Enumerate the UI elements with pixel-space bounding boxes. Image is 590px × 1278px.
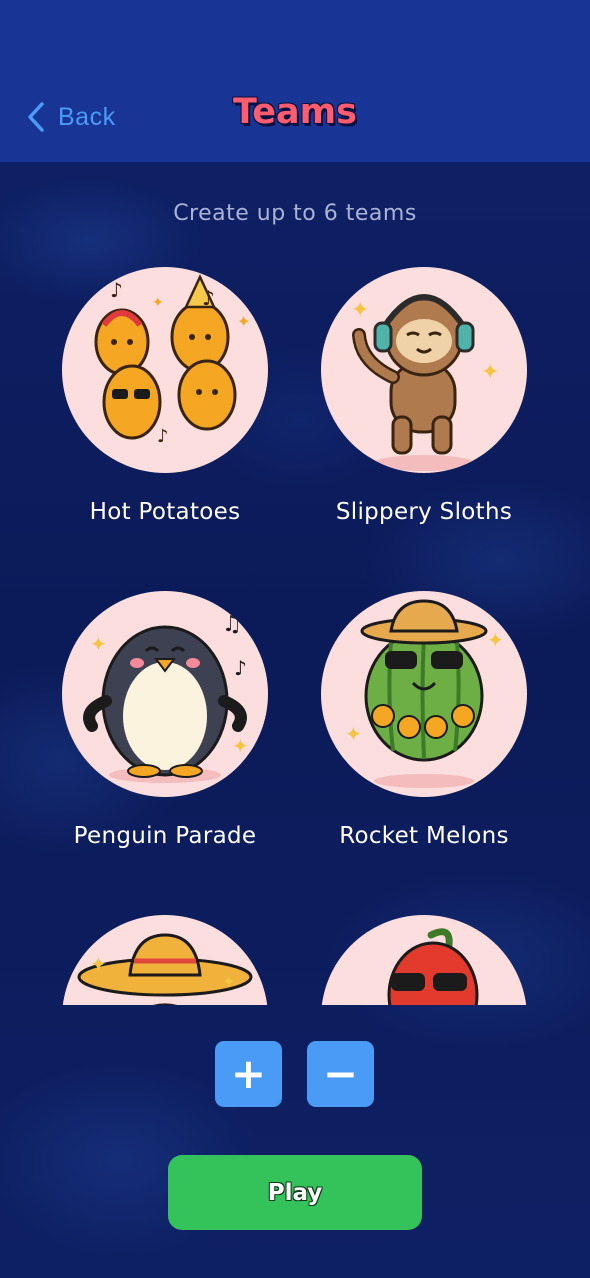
team-grid[interactable]: ♪ ♪ ♪ ✦ ✦ Hot Potatoes ✦ ✦ Slippery Slot… — [0, 260, 590, 1005]
cool-pepper-icon — [387, 928, 479, 1005]
team-avatar — [321, 915, 527, 1005]
svg-text:♪: ♪ — [202, 286, 215, 310]
dancing-penguin-icon: ♫ ♪ ✦ ✦ — [83, 612, 249, 783]
team-card[interactable]: ✦ ✦ Slippery Sloths — [295, 267, 553, 525]
team-card[interactable]: ♪ ♪ ♪ ✦ ✦ Hot Potatoes — [36, 267, 294, 525]
svg-text:♪: ♪ — [110, 278, 123, 302]
team-avatar: ✦ ✦ — [62, 915, 268, 1005]
svg-text:✦: ✦ — [90, 952, 107, 976]
svg-text:✦: ✦ — [345, 722, 362, 746]
svg-text:✦: ✦ — [487, 628, 504, 652]
team-card[interactable]: ♫ ♪ ✦ ✦ Penguin Parade — [36, 591, 294, 849]
team-avatar: ✦ ✦ — [321, 267, 527, 473]
team-avatar: ♫ ♪ ✦ ✦ — [62, 591, 268, 797]
play-button[interactable]: Play — [168, 1155, 422, 1230]
team-card[interactable]: ✦ ✦ Rocket Melons — [295, 591, 553, 849]
team-name: Slippery Sloths — [335, 499, 513, 525]
svg-text:✦: ✦ — [90, 632, 107, 656]
play-label: Play — [267, 1179, 323, 1206]
team-name: Hot Potatoes — [89, 499, 241, 525]
sombrero-taco-icon: ✦ ✦ — [77, 933, 253, 1005]
svg-text:✦: ✦ — [237, 312, 250, 331]
svg-text:♪: ♪ — [157, 426, 169, 447]
team-name: Penguin Parade — [73, 823, 257, 849]
dancing-sloth-icon: ✦ ✦ — [351, 294, 499, 471]
team-card[interactable]: ✦ ✦ — [36, 915, 294, 1005]
svg-text:✦: ✦ — [152, 295, 164, 311]
svg-text:♪: ♪ — [234, 656, 247, 680]
team-avatar: ♪ ♪ ♪ ✦ ✦ — [62, 267, 268, 473]
plus-icon: + — [230, 1049, 267, 1098]
svg-text:♫: ♫ — [222, 612, 242, 637]
team-avatar: ✦ ✦ — [321, 591, 527, 797]
minus-icon: − — [322, 1049, 359, 1098]
svg-text:✦: ✦ — [481, 360, 499, 385]
add-team-button[interactable]: + — [215, 1041, 282, 1107]
team-card[interactable] — [295, 915, 553, 1005]
page-title: Teams — [233, 92, 357, 132]
svg-text:✦: ✦ — [232, 734, 249, 758]
dancing-potatoes-icon: ♪ ♪ ♪ ✦ ✦ — [94, 274, 250, 447]
dancing-watermelon-icon: ✦ ✦ — [345, 599, 504, 788]
svg-text:✦: ✦ — [351, 298, 369, 323]
remove-team-button[interactable]: − — [307, 1041, 374, 1107]
teams-hint: Create up to 6 teams — [173, 201, 417, 226]
svg-text:✦: ✦ — [222, 972, 235, 991]
team-name: Rocket Melons — [339, 823, 509, 849]
top-bar: Back Teams — [0, 0, 590, 162]
